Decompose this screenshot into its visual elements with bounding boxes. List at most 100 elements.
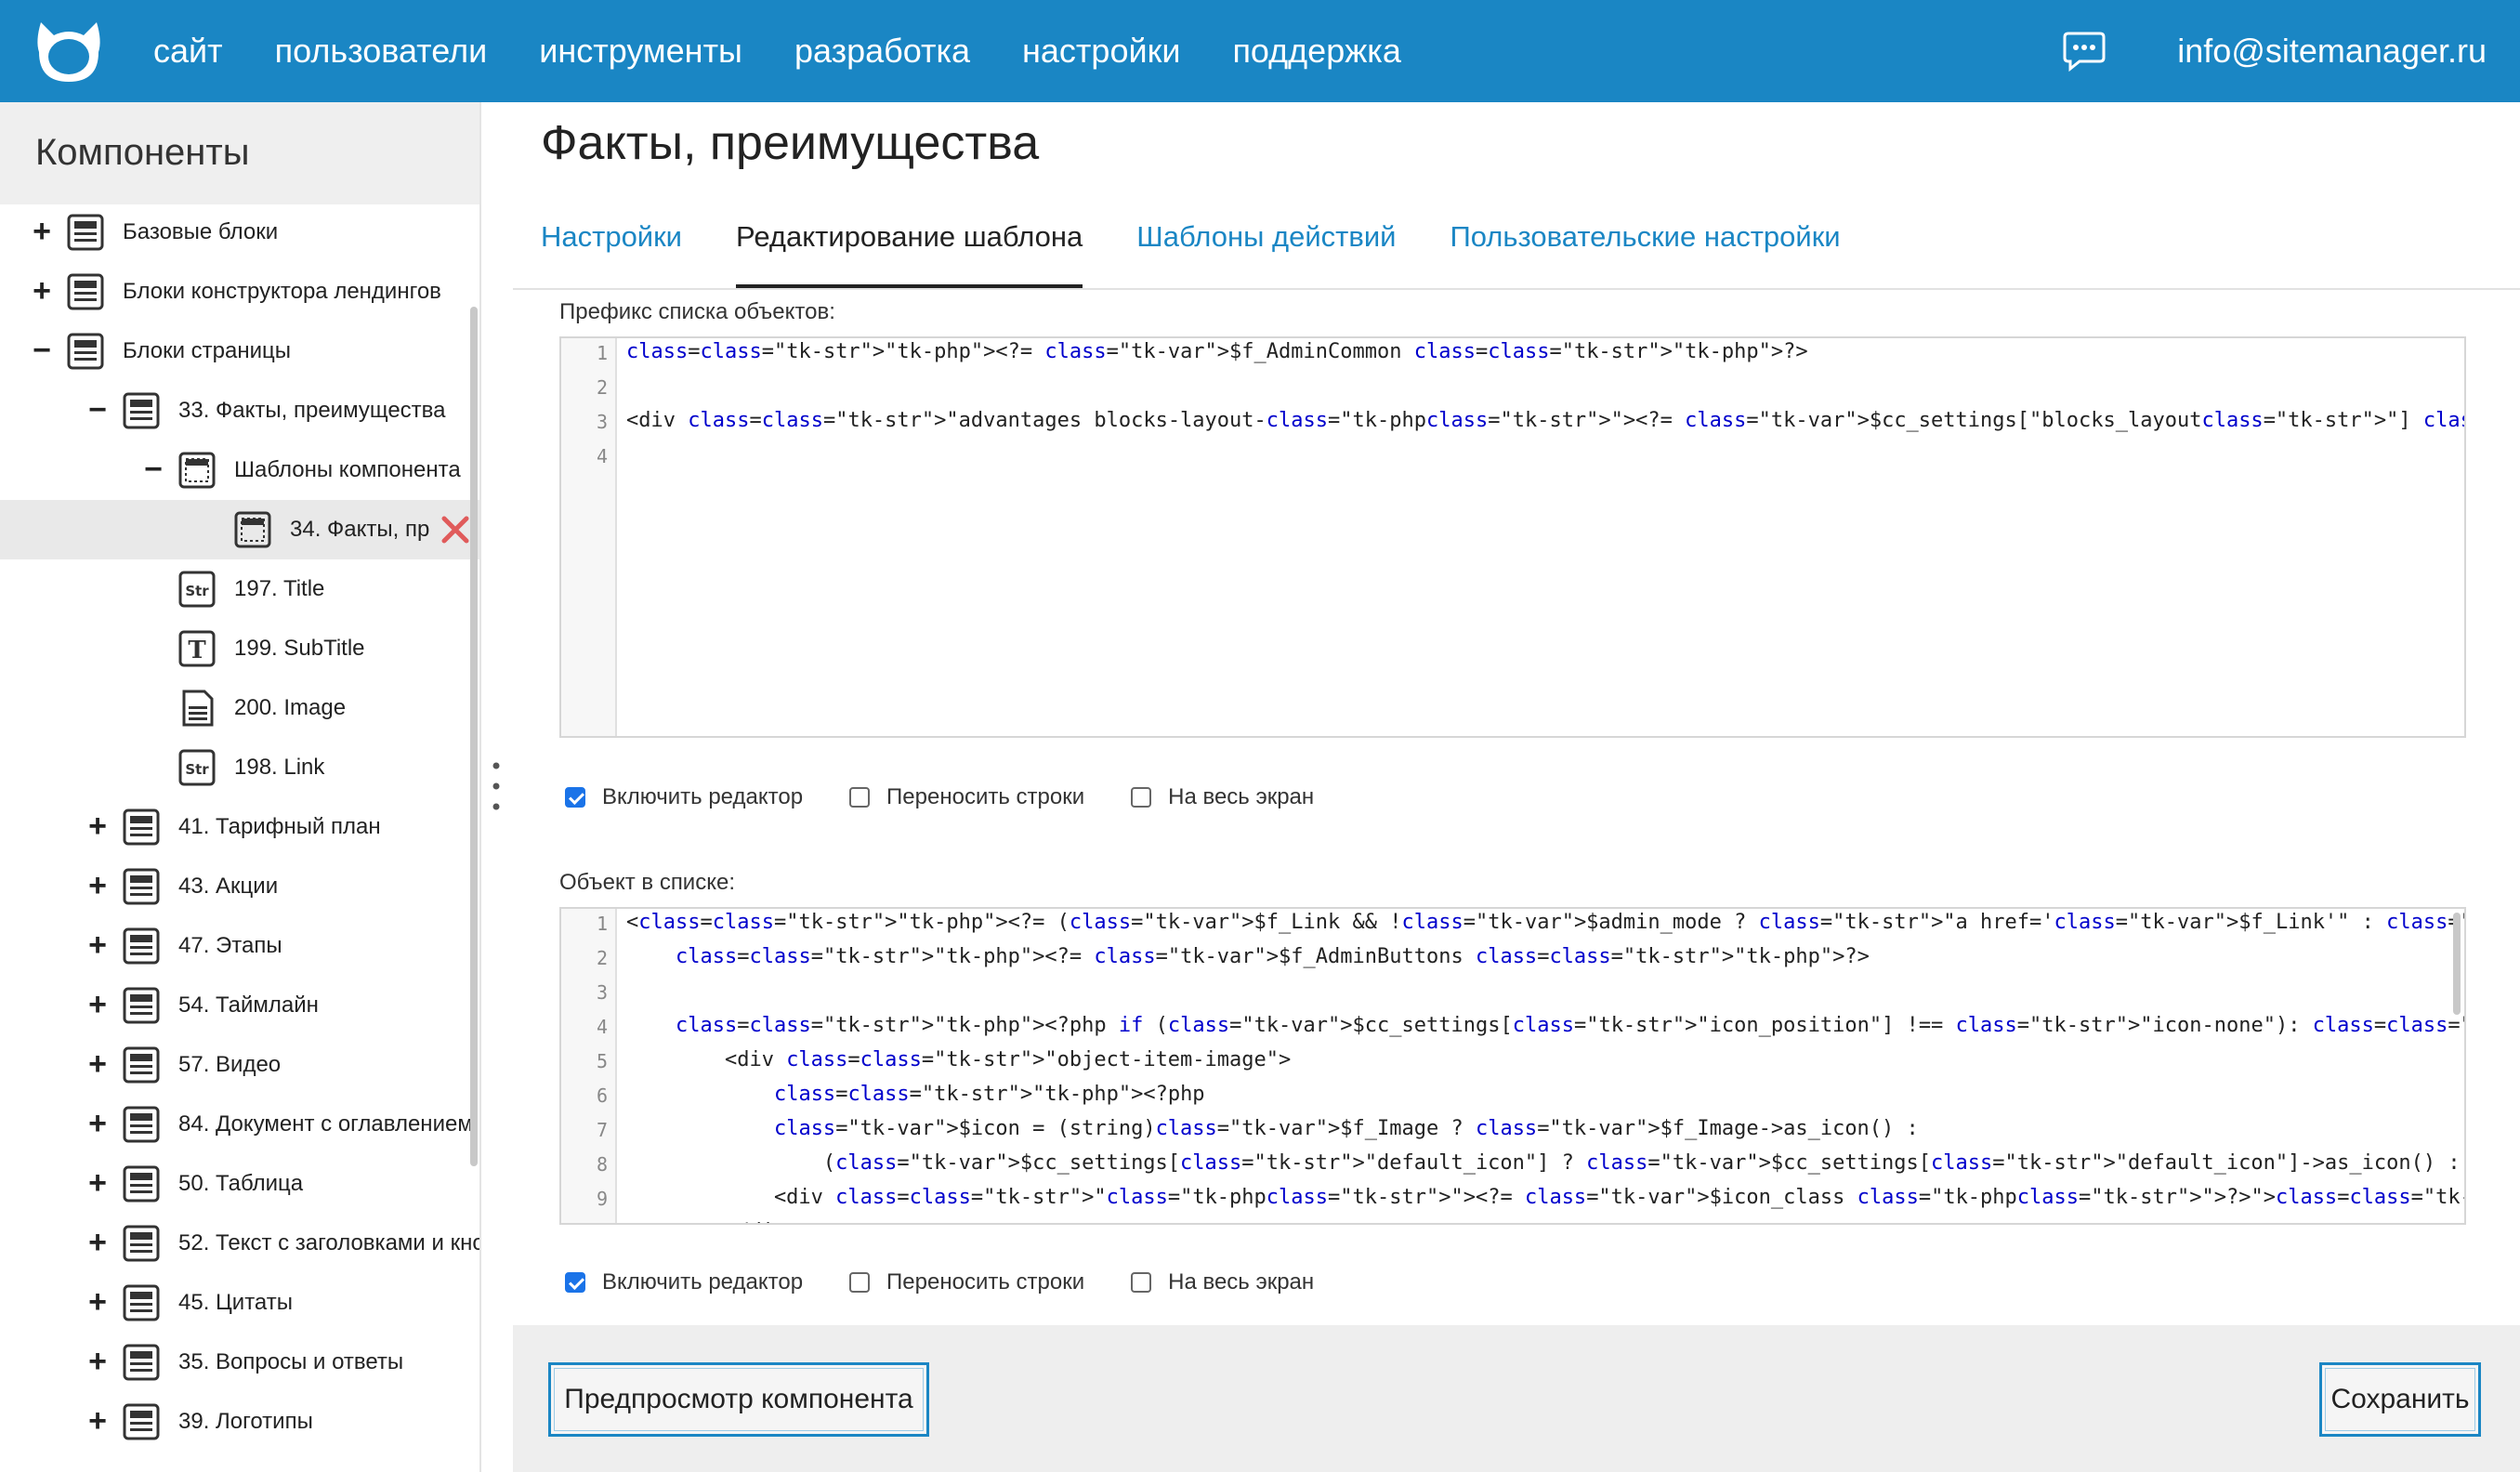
object-code-editor[interactable]: 1 2 3 4 5 6 7 8 9 10 <class=class="tk-str">"tk-ph… (559, 907, 2466, 1225)
expand-icon[interactable]: + (84, 922, 112, 968)
prefix-wrap-lines-option[interactable]: Переносить строки (849, 784, 1084, 810)
code-line[interactable]: <div class=class="tk-str">"advantages bl… (626, 409, 2464, 432)
object-wrap-lines-checkbox[interactable] (849, 1272, 871, 1293)
object-fullscreen-checkbox[interactable] (1131, 1272, 1152, 1293)
expand-icon[interactable]: + (28, 268, 56, 314)
preview-component-button[interactable]: Предпросмотр компонента (548, 1362, 929, 1437)
code-line[interactable]: class="tk-var">$icon = (string)class="tk… (626, 1117, 1919, 1140)
sidebar-tree-item-label: 57. Видео (178, 1052, 282, 1077)
component-block-icon (123, 1106, 160, 1143)
code-line[interactable]: class=class="tk-str">"tk-php"><?= class=… (626, 945, 1870, 968)
expand-icon[interactable]: + (84, 1041, 112, 1087)
tabs: Настройки Редактирование шаблона Шаблоны… (541, 204, 1895, 290)
expand-icon[interactable]: + (84, 803, 112, 849)
sidebar-tree-item[interactable]: +43. Акции (0, 857, 479, 916)
prefix-code-editor[interactable]: 1 2 3 4 class=class="tk-str">"tk-php"><?= c… (559, 336, 2466, 738)
delete-icon[interactable] (439, 513, 472, 546)
sidebar-tree-item[interactable]: − Блоки страницы (0, 322, 479, 381)
line-number: 5 (596, 1050, 608, 1072)
component-block-icon (123, 927, 160, 965)
nav-development[interactable]: разработка (794, 32, 970, 71)
expand-icon[interactable]: + (84, 1279, 112, 1325)
prefix-fullscreen-option[interactable]: На весь экран (1131, 784, 1314, 810)
sidebar-tree-item[interactable]: Str 197. Title (0, 559, 479, 619)
code-line[interactable]: class=class="tk-str">"tk-php"><?php if (… (626, 1014, 2464, 1037)
sidebar-tree-item[interactable]: 200. Image (0, 678, 479, 738)
sidebar-tree-item[interactable]: T 199. SubTitle (0, 619, 479, 678)
component-block-icon (123, 1225, 160, 1262)
line-number: 1 (596, 913, 608, 935)
code-line[interactable]: <class=class="tk-str">"tk-php"><?= (clas… (626, 911, 2464, 934)
prefix-fullscreen-checkbox[interactable] (1131, 787, 1152, 808)
prefix-enable-editor-checkbox[interactable] (565, 787, 585, 808)
expand-icon[interactable]: + (84, 1398, 112, 1444)
sidebar-tree-item[interactable]: +35. Вопросы и ответы (0, 1333, 479, 1392)
expand-icon[interactable]: + (84, 862, 112, 909)
expand-icon[interactable]: + (84, 1219, 112, 1266)
code-line[interactable]: class=class="tk-str">"tk-php"><?= class=… (626, 340, 1808, 363)
tab-template-editing[interactable]: Редактирование шаблона (736, 204, 1083, 290)
sidebar-tree-item[interactable]: +50. Таблица (0, 1154, 479, 1214)
sidebar-tree-item-label: Блоки страницы (123, 338, 292, 363)
nav-settings[interactable]: настройки (1022, 32, 1180, 71)
line-number: 4 (596, 1016, 608, 1038)
component-block-icon (123, 808, 160, 846)
code-line[interactable]: <div class=class="tk-str">"class="tk-php… (626, 1186, 2464, 1209)
logo-icon[interactable] (33, 17, 104, 87)
tabs-divider (513, 288, 2520, 290)
tab-custom-settings[interactable]: Пользовательские настройки (1450, 204, 1840, 290)
save-button[interactable]: Сохранить (2319, 1362, 2481, 1437)
sidebar-tree-item[interactable]: +52. Текст с заголовками и кно (0, 1214, 479, 1273)
splitter-handle-icon[interactable] (491, 760, 502, 812)
nav-users[interactable]: пользователи (275, 32, 488, 71)
sidebar-tree-item[interactable]: +84. Документ с оглавлением (0, 1095, 479, 1154)
sidebar-tree-item[interactable]: − Шаблоны компонента (0, 440, 479, 500)
expand-icon[interactable]: + (84, 981, 112, 1028)
expand-icon[interactable]: + (84, 1338, 112, 1385)
object-fullscreen-option[interactable]: На весь экран (1131, 1269, 1314, 1295)
sidebar-tree-item[interactable]: +54. Таймлайн (0, 976, 479, 1035)
collapse-icon[interactable]: − (139, 446, 167, 493)
component-block-icon (67, 333, 104, 370)
sidebar-tree-item[interactable]: Str 198. Link (0, 738, 479, 797)
sidebar-tree-item[interactable]: +45. Цитаты (0, 1273, 479, 1333)
code-line[interactable]: <div class=class="tk-str">"object-item-i… (626, 1048, 1291, 1071)
sidebar-tree-item[interactable]: +41. Тарифный план (0, 797, 479, 857)
sidebar-tree-item[interactable]: − 33. Факты, преимущества (0, 381, 479, 440)
collapse-icon[interactable]: − (84, 387, 112, 433)
sidebar-tree-item[interactable]: +39. Логотипы (0, 1392, 479, 1452)
chat-icon[interactable] (2061, 28, 2107, 74)
sidebar-tree-item[interactable]: + Блоки конструктора лендингов (0, 262, 479, 322)
prefix-wrap-lines-checkbox[interactable] (849, 787, 871, 808)
expand-icon[interactable]: + (84, 1160, 112, 1206)
editor-gutter: 1 2 3 4 (561, 338, 617, 736)
tab-action-templates[interactable]: Шаблоны действий (1136, 204, 1396, 290)
tab-settings[interactable]: Настройки (541, 204, 682, 290)
object-enable-editor-option[interactable]: Включить редактор (565, 1269, 803, 1295)
sidebar-tree-item-label: 35. Вопросы и ответы (178, 1349, 404, 1374)
sidebar-header: Компоненты (0, 102, 479, 204)
sidebar-scrollbar[interactable] (470, 307, 478, 1166)
code-line[interactable]: </div> (626, 1220, 798, 1223)
code-line[interactable]: class=class="tk-str">"tk-php"><?php (626, 1083, 1205, 1106)
editor-scrollbar[interactable] (2453, 913, 2461, 1015)
sidebar-tree-item[interactable]: 34. Факты, пр (0, 500, 479, 559)
expand-icon[interactable]: + (28, 208, 56, 255)
line-number: 2 (596, 947, 608, 969)
object-enable-editor-checkbox[interactable] (565, 1272, 585, 1293)
sidebar-tree-item-label: 54. Таймлайн (178, 992, 319, 1018)
nav-tools[interactable]: инструменты (539, 32, 742, 71)
sidebar-tree-item[interactable]: + Базовые блоки (0, 203, 479, 262)
sidebar-tree-item[interactable]: +57. Видео (0, 1035, 479, 1095)
collapse-icon[interactable]: − (28, 327, 56, 374)
nav-site[interactable]: сайт (153, 32, 223, 71)
code-line[interactable]: (class="tk-var">$cc_settings[class="tk-s… (626, 1151, 2464, 1175)
line-number: 1 (596, 342, 608, 364)
account-email[interactable]: info@sitemanager.ru (2177, 0, 2487, 102)
nav-support[interactable]: поддержка (1232, 32, 1400, 71)
sidebar-tree-item[interactable]: +47. Этапы (0, 916, 479, 976)
prefix-enable-editor-option[interactable]: Включить редактор (565, 784, 803, 810)
expand-icon[interactable]: + (84, 1100, 112, 1147)
object-wrap-lines-option[interactable]: Переносить строки (849, 1269, 1084, 1295)
sidebar-tree-item-label: Шаблоны компонента (234, 457, 461, 482)
